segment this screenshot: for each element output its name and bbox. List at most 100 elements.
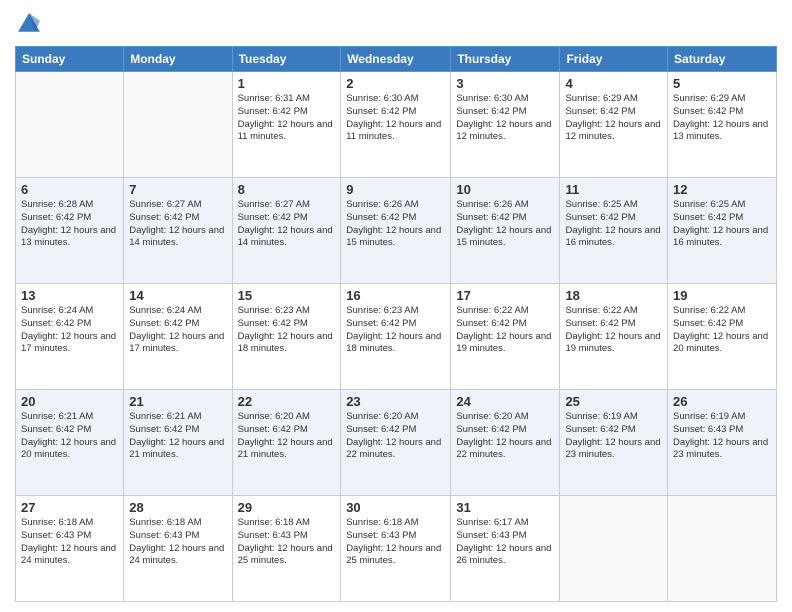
day-number: 12	[673, 182, 771, 197]
calendar-day-cell: 29Sunrise: 6:18 AMSunset: 6:43 PMDayligh…	[232, 496, 341, 602]
calendar-day-cell: 25Sunrise: 6:19 AMSunset: 6:42 PMDayligh…	[560, 390, 668, 496]
day-info: Sunrise: 6:19 AMSunset: 6:42 PMDaylight:…	[565, 411, 662, 462]
calendar-day-cell: 7 Sunrise: 6:27 AMSunset: 6:42 PMDaylight…	[124, 178, 232, 284]
day-number: 26	[673, 394, 771, 409]
day-number: 30	[346, 500, 445, 515]
weekday-header-row: SundayMondayTuesdayWednesdayThursdayFrid…	[16, 47, 777, 72]
calendar-day-cell: 4Sunrise: 6:29 AMSunset: 6:42 PMDaylight…	[560, 72, 668, 178]
calendar-day-cell: 21 Sunrise: 6:21 AMSunset: 6:42 PMDayligh…	[124, 390, 232, 496]
calendar-day-cell: 12 Sunrise: 6:25 AMSunset: 6:42 PMDayligh…	[668, 178, 777, 284]
day-info: Sunrise: 6:22 AMSunset: 6:42 PMDaylight:…	[456, 305, 554, 356]
day-number: 1	[238, 76, 336, 91]
day-number: 24	[456, 394, 554, 409]
calendar-week-row: 1 Sunrise: 6:31 AMSunset: 6:42 PMDaylight…	[16, 72, 777, 178]
day-info: Sunrise: 6:30 AMSunset: 6:42 PMDaylight:…	[346, 93, 445, 144]
day-info: Sunrise: 6:20 AMSunset: 6:42 PMDaylight:…	[238, 411, 336, 462]
calendar-day-cell: 5 Sunrise: 6:29 AMSunset: 6:42 PMDaylight…	[668, 72, 777, 178]
calendar-day-cell: 6 Sunrise: 6:28 AMSunset: 6:42 PMDaylight…	[16, 178, 124, 284]
day-number: 13	[21, 288, 118, 303]
day-number: 6	[21, 182, 118, 197]
calendar-day-cell: 1 Sunrise: 6:31 AMSunset: 6:42 PMDaylight…	[232, 72, 341, 178]
calendar-day-cell: 14 Sunrise: 6:24 AMSunset: 6:42 PMDayligh…	[124, 284, 232, 390]
day-number: 21	[129, 394, 226, 409]
day-info: Sunrise: 6:21 AMSunset: 6:42 PMDaylight:…	[21, 411, 118, 462]
day-number: 22	[238, 394, 336, 409]
weekday-header-saturday: Saturday	[668, 47, 777, 72]
day-info: Sunrise: 6:21 AMSunset: 6:42 PMDaylight:…	[129, 411, 226, 462]
day-number: 18	[565, 288, 662, 303]
day-number: 3	[456, 76, 554, 91]
day-info: Sunrise: 6:29 AMSunset: 6:42 PMDaylight:…	[565, 93, 662, 144]
calendar-week-row: 13 Sunrise: 6:24 AMSunset: 6:42 PMDayligh…	[16, 284, 777, 390]
day-info: Sunrise: 6:27 AMSunset: 6:42 PMDaylight:…	[129, 199, 226, 250]
calendar-day-cell: 19 Sunrise: 6:22 AMSunset: 6:42 PMDayligh…	[668, 284, 777, 390]
calendar-day-cell: 3 Sunrise: 6:30 AMSunset: 6:42 PMDaylight…	[451, 72, 560, 178]
day-number: 11	[565, 182, 662, 197]
calendar-week-row: 27Sunrise: 6:18 AMSunset: 6:43 PMDayligh…	[16, 496, 777, 602]
day-number: 19	[673, 288, 771, 303]
day-info: Sunrise: 6:20 AMSunset: 6:42 PMDaylight:…	[346, 411, 445, 462]
day-info: Sunrise: 6:31 AMSunset: 6:42 PMDaylight:…	[238, 93, 336, 144]
calendar-day-cell: 10 Sunrise: 6:26 AMSunset: 6:42 PMDayligh…	[451, 178, 560, 284]
calendar-day-cell: 15Sunrise: 6:23 AMSunset: 6:42 PMDayligh…	[232, 284, 341, 390]
day-number: 16	[346, 288, 445, 303]
day-info: Sunrise: 6:17 AMSunset: 6:43 PMDaylight:…	[456, 517, 554, 568]
calendar-day-cell: 28Sunrise: 6:18 AMSunset: 6:43 PMDayligh…	[124, 496, 232, 602]
day-info: Sunrise: 6:30 AMSunset: 6:42 PMDaylight:…	[456, 93, 554, 144]
calendar-week-row: 6 Sunrise: 6:28 AMSunset: 6:42 PMDaylight…	[16, 178, 777, 284]
day-info: Sunrise: 6:18 AMSunset: 6:43 PMDaylight:…	[21, 517, 118, 568]
header	[15, 10, 777, 38]
calendar-day-cell: 11 Sunrise: 6:25 AMSunset: 6:42 PMDayligh…	[560, 178, 668, 284]
weekday-header-thursday: Thursday	[451, 47, 560, 72]
calendar-table: SundayMondayTuesdayWednesdayThursdayFrid…	[15, 46, 777, 602]
day-info: Sunrise: 6:22 AMSunset: 6:42 PMDaylight:…	[673, 305, 771, 356]
calendar-day-cell: 17 Sunrise: 6:22 AMSunset: 6:42 PMDayligh…	[451, 284, 560, 390]
day-number: 10	[456, 182, 554, 197]
day-number: 7	[129, 182, 226, 197]
day-number: 23	[346, 394, 445, 409]
day-info: Sunrise: 6:18 AMSunset: 6:43 PMDaylight:…	[346, 517, 445, 568]
calendar-day-cell: 20 Sunrise: 6:21 AMSunset: 6:42 PMDayligh…	[16, 390, 124, 496]
day-info: Sunrise: 6:23 AMSunset: 6:42 PMDaylight:…	[238, 305, 336, 356]
day-info: Sunrise: 6:20 AMSunset: 6:42 PMDaylight:…	[456, 411, 554, 462]
day-info: Sunrise: 6:25 AMSunset: 6:42 PMDaylight:…	[565, 199, 662, 250]
calendar-week-row: 20 Sunrise: 6:21 AMSunset: 6:42 PMDayligh…	[16, 390, 777, 496]
calendar-day-cell: 18Sunrise: 6:22 AMSunset: 6:42 PMDayligh…	[560, 284, 668, 390]
calendar-day-cell: 16 Sunrise: 6:23 AMSunset: 6:42 PMDayligh…	[341, 284, 451, 390]
weekday-header-sunday: Sunday	[16, 47, 124, 72]
calendar-day-cell	[668, 496, 777, 602]
calendar-day-cell: 23 Sunrise: 6:20 AMSunset: 6:42 PMDayligh…	[341, 390, 451, 496]
page: SundayMondayTuesdayWednesdayThursdayFrid…	[0, 0, 792, 612]
calendar-day-cell: 9Sunrise: 6:26 AMSunset: 6:42 PMDaylight…	[341, 178, 451, 284]
day-info: Sunrise: 6:18 AMSunset: 6:43 PMDaylight:…	[129, 517, 226, 568]
weekday-header-tuesday: Tuesday	[232, 47, 341, 72]
day-info: Sunrise: 6:23 AMSunset: 6:42 PMDaylight:…	[346, 305, 445, 356]
calendar-day-cell	[16, 72, 124, 178]
calendar-day-cell: 22 Sunrise: 6:20 AMSunset: 6:42 PMDayligh…	[232, 390, 341, 496]
calendar-day-cell: 27Sunrise: 6:18 AMSunset: 6:43 PMDayligh…	[16, 496, 124, 602]
logo	[15, 10, 47, 38]
day-info: Sunrise: 6:28 AMSunset: 6:42 PMDaylight:…	[21, 199, 118, 250]
day-info: Sunrise: 6:19 AMSunset: 6:43 PMDaylight:…	[673, 411, 771, 462]
day-info: Sunrise: 6:26 AMSunset: 6:42 PMDaylight:…	[346, 199, 445, 250]
day-number: 5	[673, 76, 771, 91]
day-number: 14	[129, 288, 226, 303]
calendar-day-cell: 2 Sunrise: 6:30 AMSunset: 6:42 PMDaylight…	[341, 72, 451, 178]
calendar-day-cell: 24 Sunrise: 6:20 AMSunset: 6:42 PMDayligh…	[451, 390, 560, 496]
calendar-day-cell: 13 Sunrise: 6:24 AMSunset: 6:42 PMDayligh…	[16, 284, 124, 390]
weekday-header-wednesday: Wednesday	[341, 47, 451, 72]
day-info: Sunrise: 6:24 AMSunset: 6:42 PMDaylight:…	[129, 305, 226, 356]
day-info: Sunrise: 6:27 AMSunset: 6:42 PMDaylight:…	[238, 199, 336, 250]
day-number: 20	[21, 394, 118, 409]
day-info: Sunrise: 6:29 AMSunset: 6:42 PMDaylight:…	[673, 93, 771, 144]
day-info: Sunrise: 6:18 AMSunset: 6:43 PMDaylight:…	[238, 517, 336, 568]
day-info: Sunrise: 6:26 AMSunset: 6:42 PMDaylight:…	[456, 199, 554, 250]
calendar-day-cell: 31Sunrise: 6:17 AMSunset: 6:43 PMDayligh…	[451, 496, 560, 602]
calendar-day-cell: 26 Sunrise: 6:19 AMSunset: 6:43 PMDayligh…	[668, 390, 777, 496]
day-info: Sunrise: 6:25 AMSunset: 6:42 PMDaylight:…	[673, 199, 771, 250]
day-info: Sunrise: 6:24 AMSunset: 6:42 PMDaylight:…	[21, 305, 118, 356]
weekday-header-monday: Monday	[124, 47, 232, 72]
day-number: 2	[346, 76, 445, 91]
calendar-day-cell	[560, 496, 668, 602]
day-number: 17	[456, 288, 554, 303]
